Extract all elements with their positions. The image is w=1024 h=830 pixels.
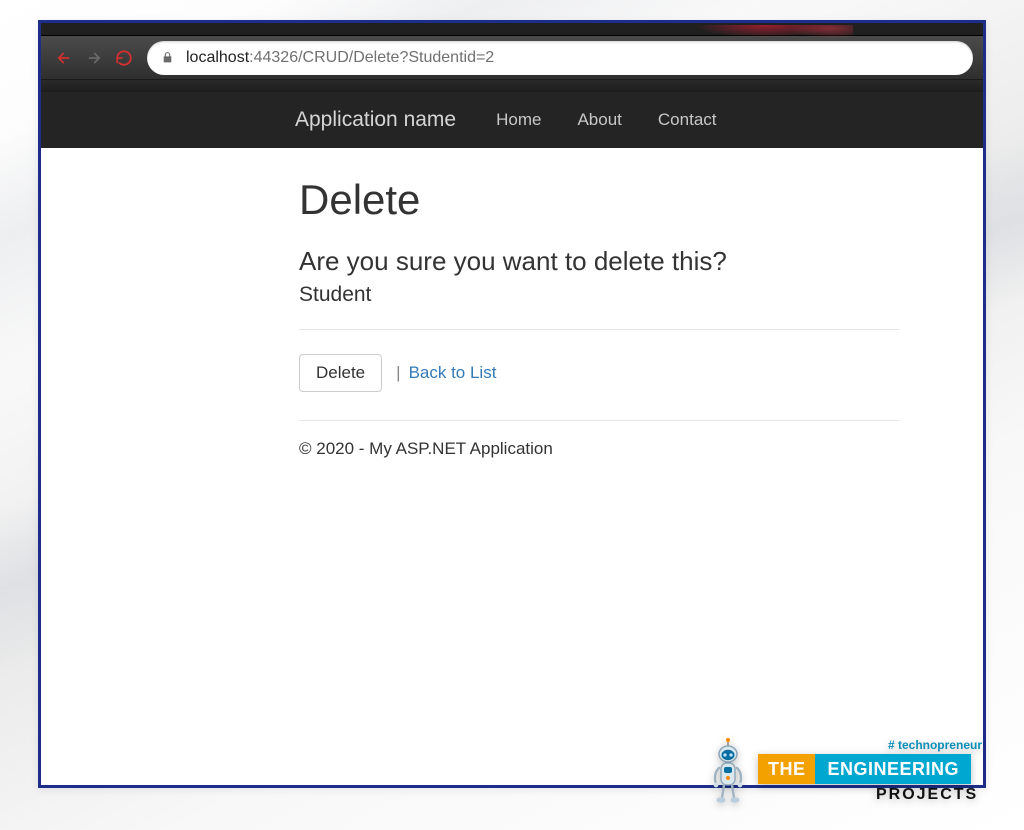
back-to-list-link[interactable]: Back to List [409, 363, 497, 383]
watermark-logo: # technopreneur THE ENGINEERING PROJECTS [708, 738, 982, 804]
nav-link-contact[interactable]: Contact [658, 110, 717, 130]
page-footer: © 2020 - My ASP.NET Application [299, 439, 921, 459]
watermark-engineering: ENGINEERING [815, 754, 971, 784]
page-title: Delete [299, 176, 921, 224]
arrow-right-icon [85, 49, 103, 67]
browser-tabstrip [41, 23, 983, 36]
reload-button[interactable] [109, 43, 139, 73]
arrow-left-icon [55, 49, 73, 67]
address-bar[interactable]: localhost:44326/CRUD/Delete?Studentid=2 [147, 41, 973, 75]
divider [299, 420, 899, 421]
back-button[interactable] [49, 43, 79, 73]
navbar-brand[interactable]: Application name [295, 108, 456, 132]
page-content: Delete Are you sure you want to delete t… [41, 148, 921, 459]
nav-link-about[interactable]: About [577, 110, 621, 130]
nav-link-home[interactable]: Home [496, 110, 541, 130]
confirm-question: Are you sure you want to delete this? [299, 246, 921, 277]
browser-toolbar: localhost:44326/CRUD/Delete?Studentid=2 [41, 36, 983, 80]
watermark-text: # technopreneur THE ENGINEERING PROJECTS [758, 738, 982, 804]
watermark-tagline: # technopreneur [888, 738, 982, 752]
divider [299, 329, 899, 330]
toolbar-shadow [41, 80, 983, 92]
site-navbar: Application name Home About Contact [41, 92, 983, 148]
lock-icon [161, 50, 174, 65]
delete-button[interactable]: Delete [299, 354, 382, 392]
forward-button[interactable] [79, 43, 109, 73]
url-path: :44326/CRUD/Delete?Studentid=2 [249, 49, 494, 67]
reload-icon [115, 49, 133, 67]
screenshot-frame: localhost:44326/CRUD/Delete?Studentid=2 … [38, 20, 986, 788]
robot-icon [708, 738, 748, 804]
watermark-projects: PROJECTS [876, 786, 978, 804]
action-separator: | [396, 363, 400, 383]
url-host: localhost [186, 49, 249, 67]
model-name: Student [299, 283, 921, 307]
watermark-the: THE [758, 754, 816, 784]
action-row: Delete | Back to List [299, 354, 921, 392]
